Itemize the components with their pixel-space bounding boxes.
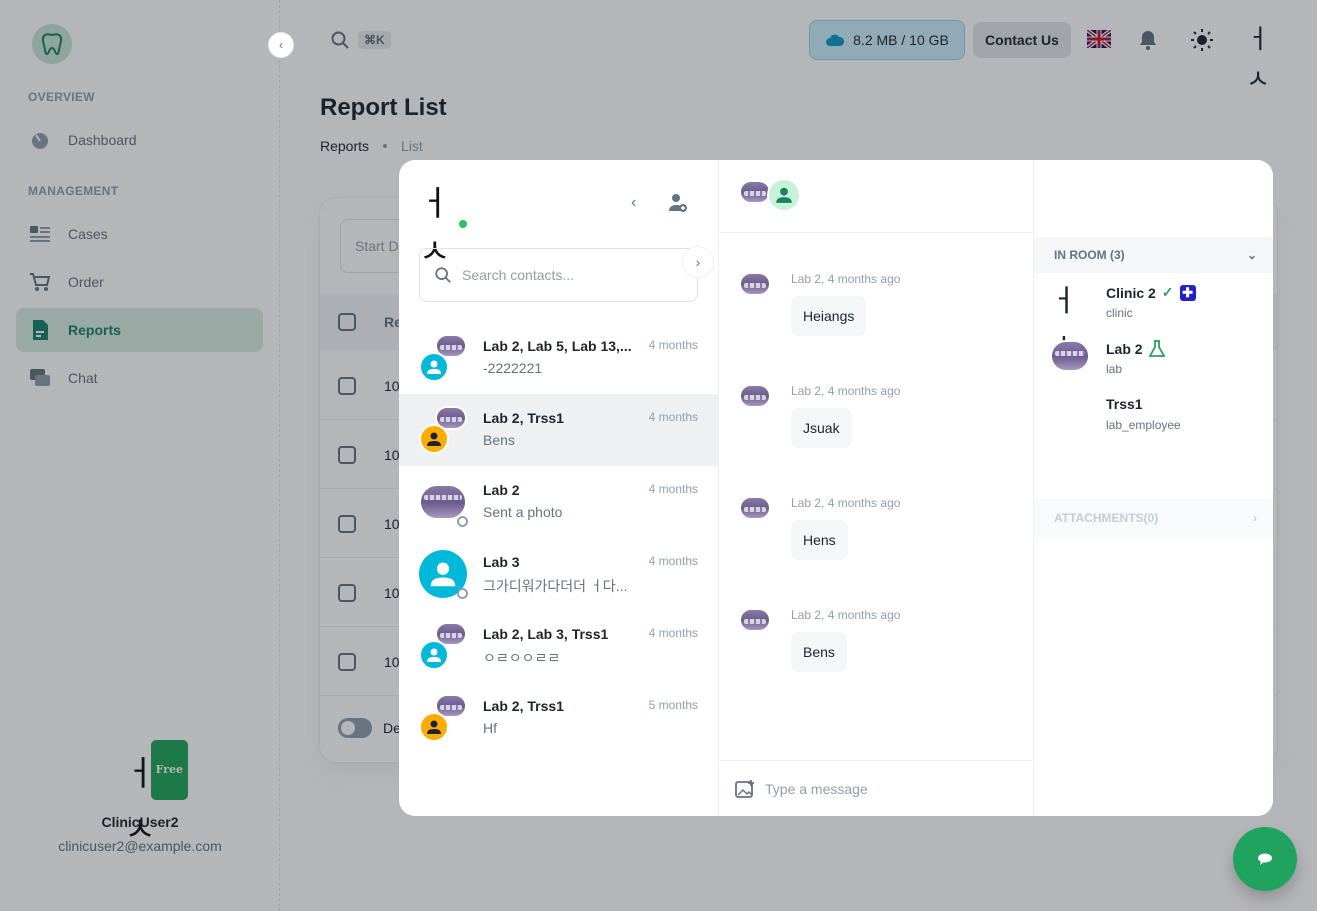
message-bubble: Heiangs (791, 296, 867, 336)
room-member[interactable]: Lab 2 lab (1050, 336, 1270, 384)
room-details-panel: IN ROOM (3) ⌄ ㅓㅅ Clinic 2✓✚ clinic Lab 2… (1034, 160, 1273, 816)
chat-bubble-icon (1258, 853, 1272, 865)
toggle-details-button[interactable]: › (682, 246, 714, 278)
conversation-item[interactable]: Lab 2 Sent a photo 4 months (399, 466, 718, 538)
teeth-avatar-icon (1050, 340, 1090, 372)
contacts-panel: ㅓㅅ ‹ Search contacts... Lab 2, Lab 5, La… (399, 160, 719, 816)
add-image-icon[interactable] (735, 779, 755, 799)
conversation-item[interactable]: Lab 2, Lab 3, Trss1 ㅇㄹㅇㅇㄹㄹ 4 months (399, 610, 718, 682)
room-member[interactable]: ㅓㅅ Clinic 2✓✚ clinic (1050, 280, 1270, 363)
group-avatar (419, 694, 467, 742)
conversation-item[interactable]: Lab 3 그가디워가다더더 ㅓ다... 4 months (399, 538, 718, 610)
group-avatar (419, 334, 467, 382)
person-icon (419, 640, 449, 670)
offline-status-dot (457, 516, 468, 527)
chevron-right-icon: › (695, 254, 701, 270)
search-icon (435, 267, 451, 283)
group-avatar (419, 406, 467, 454)
message-bubble: Bens (791, 632, 847, 672)
message-bubble: Hens (791, 520, 848, 560)
conversation-item[interactable]: Lab 2, Lab 5, Lab 13,... -2222221 4 mont… (399, 322, 718, 394)
teeth-avatar-icon (739, 496, 771, 520)
chevron-right-icon: › (1253, 511, 1257, 525)
online-status-dot (457, 218, 469, 230)
chat-fab-button[interactable] (1233, 827, 1297, 891)
messages-panel: Lab 2, 4 months ago Heiangs Lab 2, 4 mon… (719, 160, 1034, 816)
attachments-header[interactable]: ATTACHMENTS(0) › (1034, 499, 1273, 537)
message-input[interactable]: Type a message (719, 760, 1034, 816)
collapse-contacts-button[interactable]: ‹ (631, 194, 636, 212)
teeth-avatar-icon (739, 272, 771, 296)
collapse-sidebar-button[interactable]: ‹ (268, 32, 294, 58)
person-icon (419, 424, 449, 454)
message-bubble: Jsuak (791, 408, 852, 448)
in-room-header[interactable]: IN ROOM (3) ⌄ (1034, 237, 1273, 273)
check-icon: ✓ (1161, 284, 1174, 300)
chevron-left-icon: ‹ (279, 38, 283, 52)
teeth-avatar-icon (739, 384, 771, 408)
add-user-icon[interactable] (667, 192, 689, 214)
contact-avatar (419, 550, 468, 599)
medical-cross-icon: ✚ (1179, 284, 1196, 301)
chat-dialog: ㅓㅅ ‹ Search contacts... Lab 2, Lab 5, La… (399, 160, 1273, 816)
offline-status-dot (457, 588, 468, 599)
chevron-left-icon: ‹ (631, 194, 637, 211)
flask-icon (1148, 340, 1165, 357)
search-contacts-input[interactable]: Search contacts... (419, 248, 698, 302)
conversation-item[interactable]: Lab 2, Trss1 Hf 5 months (399, 682, 718, 754)
conversation-item[interactable]: Lab 2, Trss1 Bens 4 months (399, 394, 718, 466)
my-avatar[interactable]: ㅓㅅ (419, 180, 469, 272)
person-icon (767, 178, 801, 212)
chevron-down-icon: ⌄ (1246, 248, 1257, 262)
contact-avatar (419, 478, 468, 527)
avatar: ㅓㅅ (1050, 284, 1078, 363)
teeth-avatar-icon (419, 484, 467, 520)
teeth-avatar-icon (739, 608, 771, 632)
conversation-header (719, 160, 1034, 233)
person-icon (419, 712, 449, 742)
person-icon (419, 352, 449, 382)
room-member[interactable]: Trss1 lab_employee (1050, 392, 1270, 440)
group-avatar (419, 622, 467, 670)
